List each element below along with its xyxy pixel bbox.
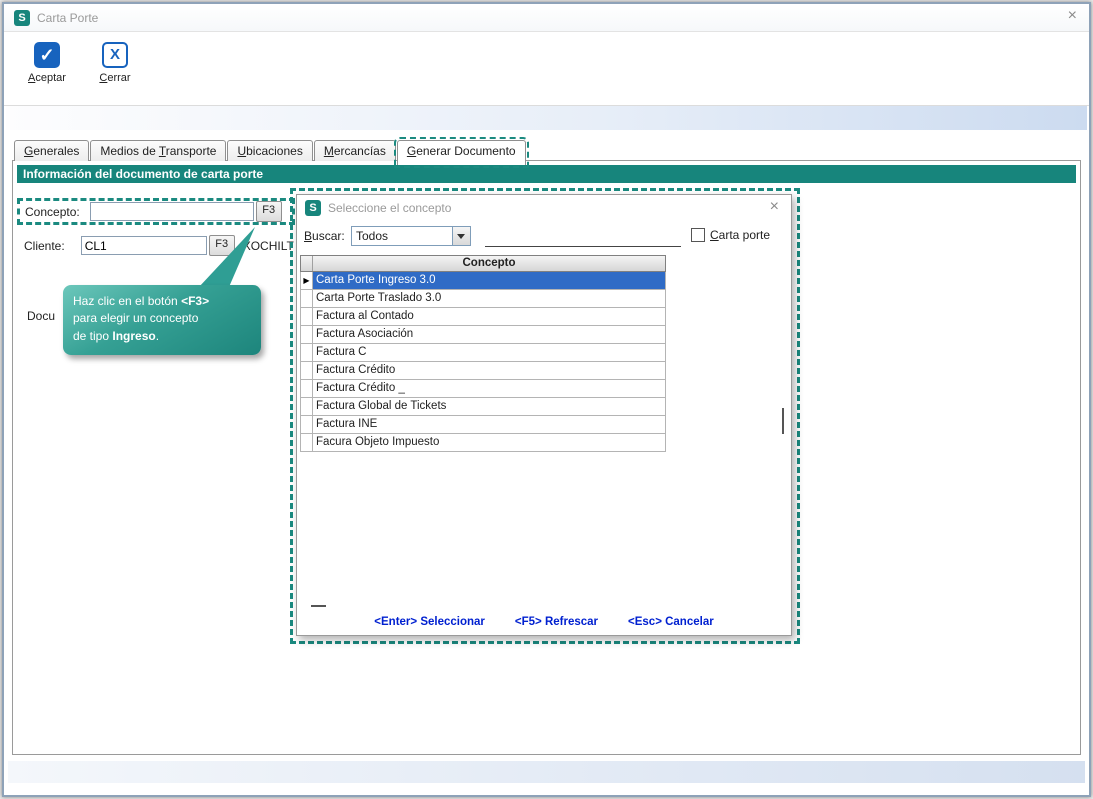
- table-row[interactable]: Factura Asociación: [300, 326, 666, 344]
- tooltip-tail: [191, 225, 263, 289]
- concepto-input[interactable]: [90, 202, 254, 221]
- buscar-label: Buscar:: [304, 229, 345, 243]
- table-row[interactable]: Factura Global de Tickets: [300, 398, 666, 416]
- x-icon: X: [102, 42, 128, 68]
- cliente-row: Cliente: F3 XOCHILT CA: [24, 235, 314, 256]
- dialog-footer: <Enter> Seleccionar <F5> Refrescar <Esc>…: [297, 616, 791, 634]
- chevron-down-icon: [457, 234, 465, 239]
- concept-grid: Concepto ▶ Carta Porte Ingreso 3.0 Carta…: [300, 255, 666, 452]
- row-selector: [301, 416, 313, 433]
- concepto-label: Concepto:: [25, 205, 80, 219]
- table-row[interactable]: ▶ Carta Porte Ingreso 3.0: [300, 272, 666, 290]
- row-pointer-icon: ▶: [301, 272, 313, 289]
- table-row[interactable]: Factura al Contado: [300, 308, 666, 326]
- table-row[interactable]: Factura Crédito _: [300, 380, 666, 398]
- tab-ubicaciones[interactable]: Ubicaciones: [227, 140, 312, 161]
- table-row[interactable]: Factura C: [300, 344, 666, 362]
- main-toolbar: ✓ Aceptar X Cerrar: [4, 32, 1089, 106]
- buscar-dropdown[interactable]: Todos: [351, 226, 471, 246]
- row-selector: [301, 398, 313, 415]
- tab-mercancias[interactable]: Mercancías: [314, 140, 396, 161]
- row-selector: [301, 344, 313, 361]
- concepto-f3-button[interactable]: F3: [256, 201, 282, 222]
- vertical-scrollbar-thumb[interactable]: [782, 408, 784, 434]
- documento-label: Docu: [27, 309, 55, 323]
- close-button-label: Cerrar: [99, 72, 130, 84]
- app-window: S Carta Porte × ✓ Aceptar X Cerrar Gener…: [2, 2, 1091, 797]
- tab-generar-documento[interactable]: Generar Documento: [397, 140, 526, 165]
- close-button[interactable]: X Cerrar: [86, 39, 144, 87]
- f5-refresh-link[interactable]: <F5> Refrescar: [515, 616, 598, 634]
- grid-header: Concepto: [300, 255, 666, 272]
- table-row[interactable]: Factura Crédito: [300, 362, 666, 380]
- esc-cancel-link[interactable]: <Esc> Cancelar: [628, 616, 714, 634]
- dialog-logo-icon: S: [305, 200, 321, 216]
- accept-button[interactable]: ✓ Aceptar: [18, 39, 76, 87]
- dialog-title: Seleccione el concepto: [328, 201, 451, 215]
- window-titlebar: S Carta Porte ×: [4, 4, 1089, 32]
- row-selector-header: [301, 256, 313, 271]
- window-title: Carta Porte: [37, 11, 98, 25]
- row-selector: [301, 308, 313, 325]
- search-input[interactable]: [485, 226, 681, 247]
- tab-generales[interactable]: Generales: [14, 140, 89, 161]
- carta-porte-checkbox-group: Carta porte: [691, 228, 770, 242]
- row-selector: [301, 326, 313, 343]
- bottom-strip: [8, 761, 1085, 783]
- table-row[interactable]: Facura Objeto Impuesto: [300, 434, 666, 452]
- concepto-annotation-box: Concepto: F3: [17, 198, 295, 225]
- horizontal-scrollbar-thumb[interactable]: [311, 605, 326, 607]
- carta-porte-checkbox[interactable]: [691, 228, 705, 242]
- buscar-dropdown-value: Todos: [356, 229, 388, 243]
- cliente-input[interactable]: [81, 236, 207, 255]
- dropdown-button[interactable]: [452, 227, 470, 245]
- enter-select-link[interactable]: <Enter> Seleccionar: [374, 616, 485, 634]
- concept-picker-dialog: S Seleccione el concepto × Buscar: Todos…: [296, 194, 792, 636]
- dialog-controls: Buscar: Todos Carta porte: [297, 223, 791, 253]
- window-close-icon[interactable]: ×: [1068, 8, 1077, 24]
- carta-porte-checkbox-label: Carta porte: [710, 228, 770, 242]
- caption-strip: [6, 106, 1087, 130]
- concepto-column-header: Concepto: [313, 256, 665, 271]
- row-selector: [301, 380, 313, 397]
- row-selector: [301, 290, 313, 307]
- row-selector: [301, 362, 313, 379]
- dialog-close-icon[interactable]: ×: [770, 199, 779, 215]
- app-logo-icon: S: [14, 10, 30, 26]
- dialog-titlebar: S Seleccione el concepto ×: [297, 195, 791, 221]
- cliente-label: Cliente:: [24, 239, 65, 253]
- tab-strip: Generales Medios de Transporte Ubicacion…: [14, 140, 527, 161]
- tab-medios-de-transporte[interactable]: Medios de Transporte: [90, 140, 226, 161]
- accept-button-label: Aceptar: [28, 72, 66, 84]
- check-icon: ✓: [34, 42, 60, 68]
- section-header: Información del documento de carta porte: [17, 165, 1076, 183]
- table-row[interactable]: Carta Porte Traslado 3.0: [300, 290, 666, 308]
- table-row[interactable]: Factura INE: [300, 416, 666, 434]
- help-tooltip: Haz clic en el botón <F3> para elegir un…: [63, 285, 261, 355]
- row-selector: [301, 434, 313, 451]
